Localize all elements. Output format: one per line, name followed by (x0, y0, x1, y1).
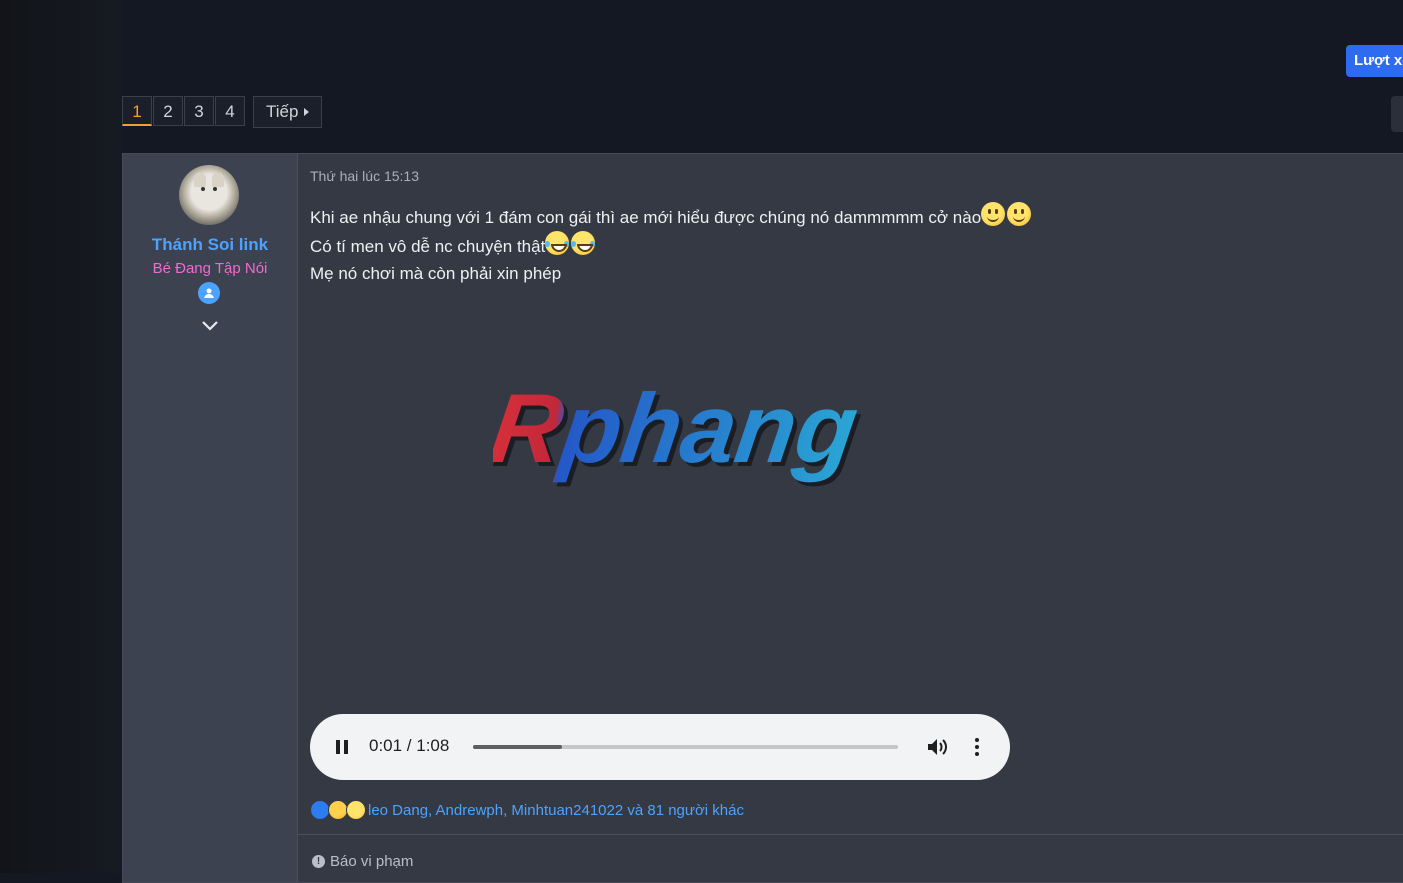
post-date[interactable]: Thứ hai lúc 15:13 (310, 168, 419, 184)
page-left-background (0, 0, 122, 873)
tears-of-joy-icon (571, 231, 596, 255)
username-link[interactable]: Thánh Soi link (123, 235, 297, 255)
next-page-button[interactable]: Tiếp (253, 96, 323, 128)
tears-of-joy-icon (545, 231, 570, 255)
reactions-text[interactable]: leo Dang, Andrewph, Minhtuan241022 và 81… (368, 802, 744, 819)
page-3-link[interactable]: 3 (184, 96, 214, 126)
next-page-label: Tiếp (266, 102, 299, 121)
slightly-smiling-face-icon (981, 202, 1006, 226)
rphang-logo: Rphang Rphang (493, 376, 868, 487)
page-1-link[interactable]: 1 (122, 96, 152, 126)
haha-icon (346, 800, 366, 820)
pause-icon[interactable] (336, 740, 348, 754)
side-control[interactable] (1391, 96, 1403, 132)
user-badge-icon (198, 282, 220, 304)
message-line-2: Có tí men vô dễ nc chuyện thật (310, 231, 1033, 260)
audio-player: 0:01 / 1:08 (310, 714, 1010, 780)
reaction-icons (310, 800, 366, 820)
caret-right-icon (304, 108, 310, 116)
audio-time: 0:01 / 1:08 (369, 736, 450, 755)
user-title: Bé Đang Tập Nói (152, 260, 268, 277)
volume-icon[interactable] (927, 737, 949, 757)
user-info-panel: Thánh Soi link Bé Đang Tập Nói (123, 154, 298, 882)
post: Thánh Soi link Bé Đang Tập Nói Thứ hai l… (122, 153, 1403, 883)
divider (298, 834, 1403, 835)
post-message: Khi ae nhậu chung với 1 đám con gái thì … (310, 202, 1033, 287)
audio-progress (473, 745, 563, 749)
page-4-link[interactable]: 4 (215, 96, 245, 126)
audio-seek-bar[interactable] (473, 745, 898, 749)
message-line-3: Mẹ nó chơi mà còn phải xin phép (310, 264, 562, 283)
message-line-1: Khi ae nhậu chung với 1 đám con gái thì … (310, 202, 1033, 231)
alert-icon: ! (312, 855, 325, 868)
more-options-icon[interactable] (975, 738, 979, 756)
reactions-summary[interactable]: leo Dang, Andrewph, Minhtuan241022 và 81… (310, 800, 744, 820)
report-label: Báo vi phạm (330, 853, 414, 870)
slightly-smiling-face-icon (1007, 202, 1032, 226)
pagination: 1 2 3 4 Tiếp (122, 96, 323, 128)
like-icon (310, 800, 330, 820)
report-link[interactable]: ! Báo vi phạm (312, 853, 413, 870)
svg-text:Rphang: Rphang (493, 376, 864, 483)
avatar[interactable] (179, 165, 239, 225)
views-button[interactable]: Lượt xem (1346, 45, 1403, 77)
love-icon (328, 800, 348, 820)
page-2-link[interactable]: 2 (153, 96, 183, 126)
chevron-down-icon[interactable] (201, 320, 219, 332)
